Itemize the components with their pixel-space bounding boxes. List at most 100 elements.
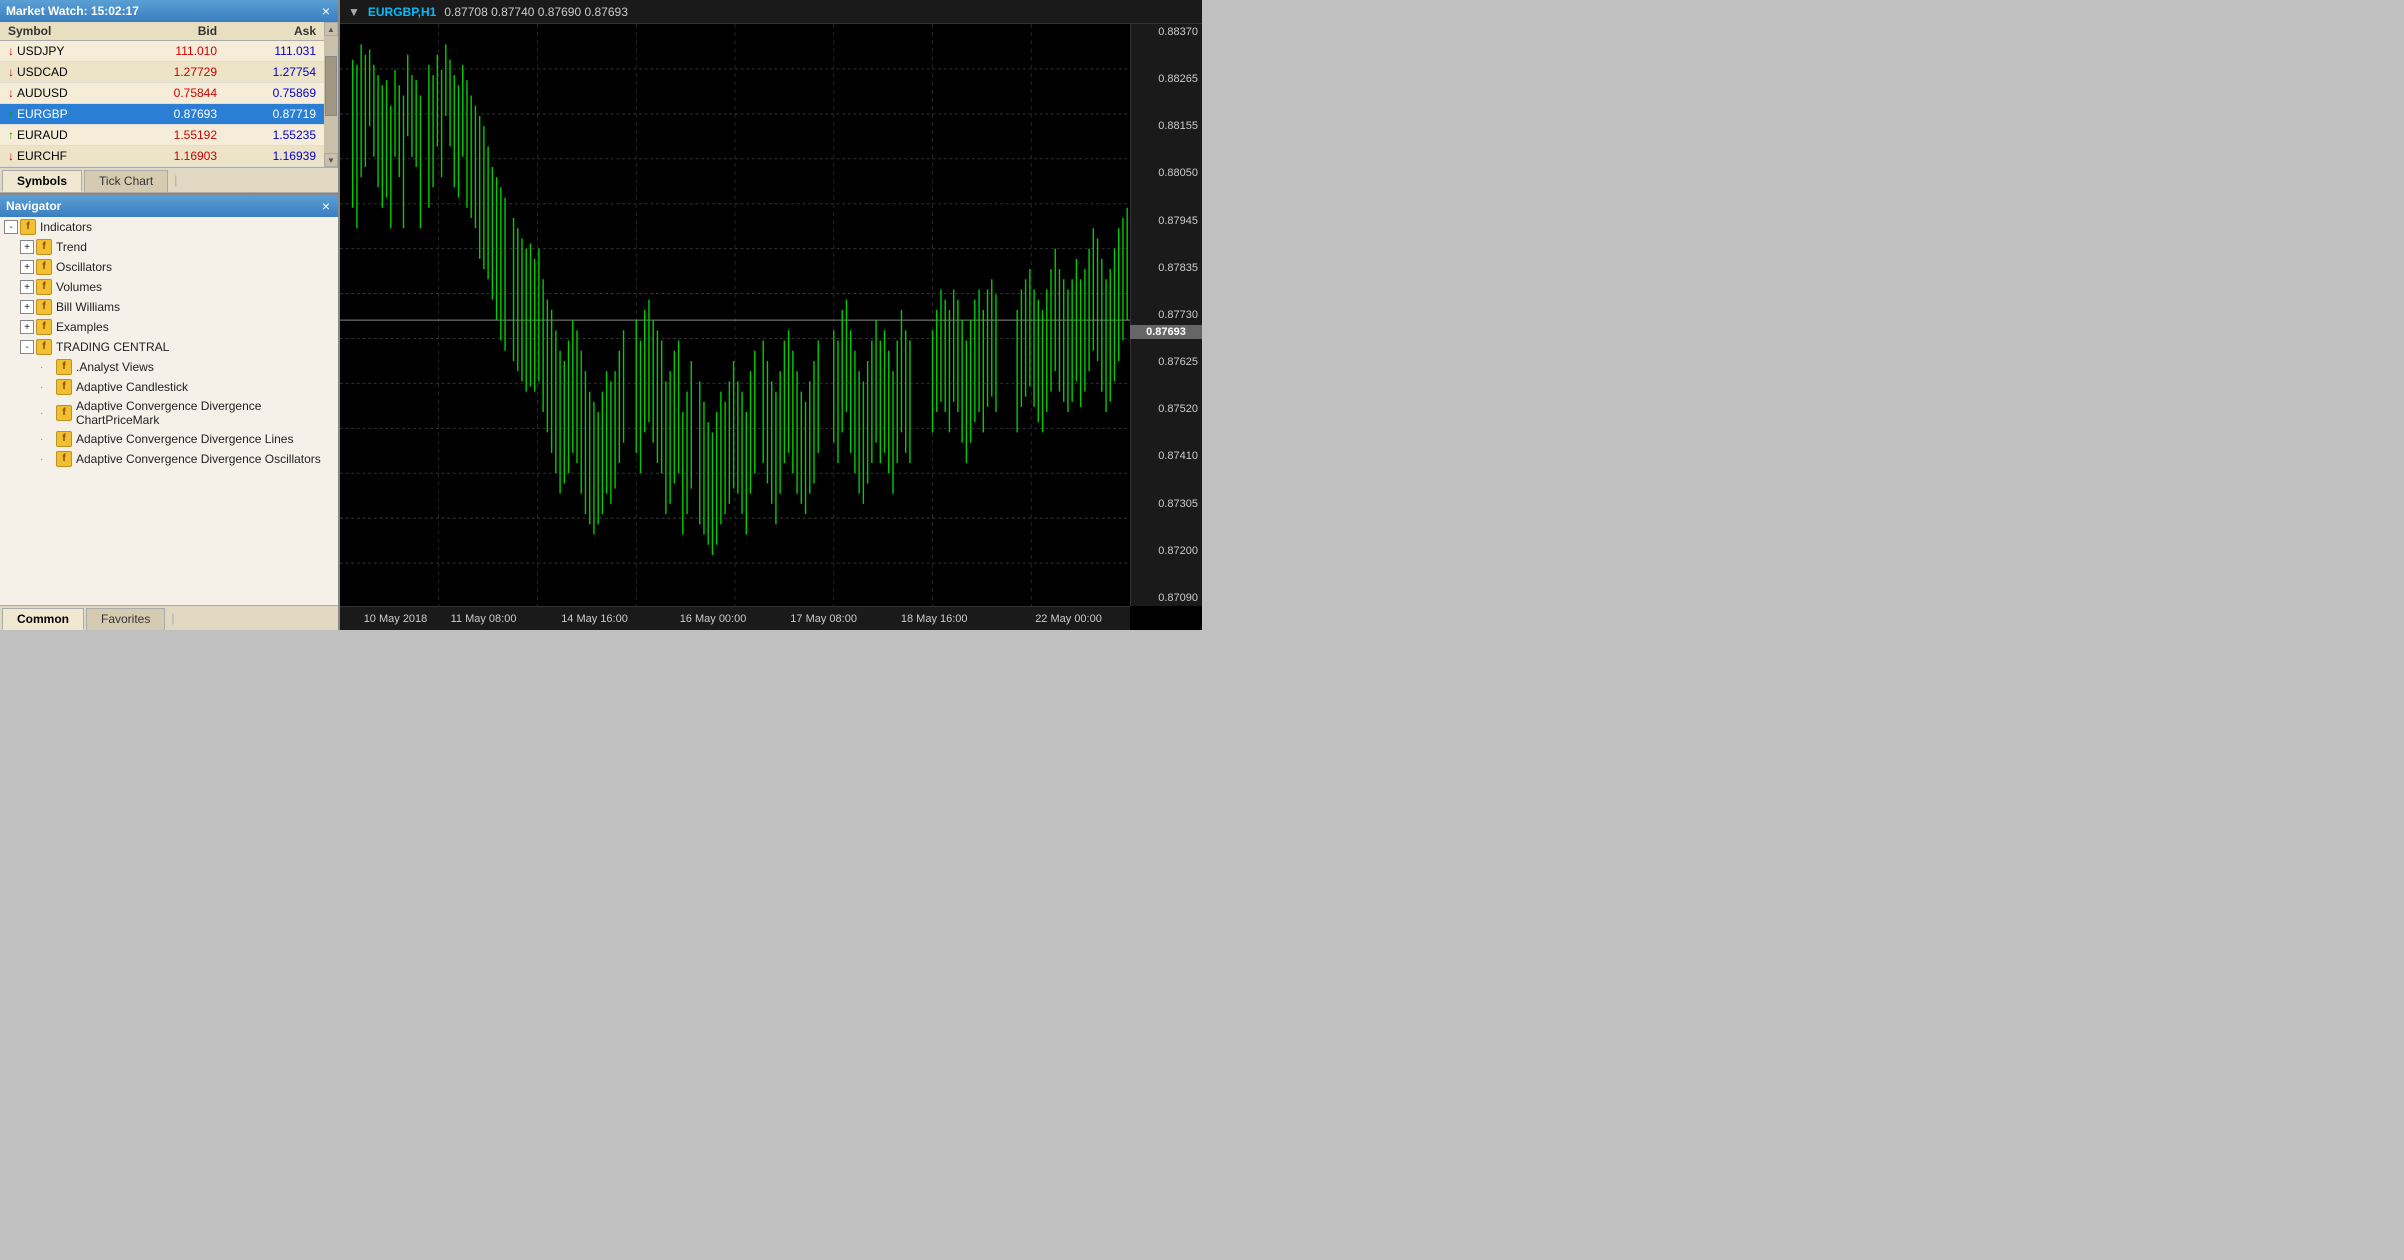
tab-separator: | [170,170,181,192]
tab-favorites[interactable]: Favorites [86,608,165,630]
tree-expand-btn[interactable]: + [20,260,34,274]
table-row[interactable]: ↑EURAUD1.551921.55235 [0,125,324,146]
folder-icon: f [36,239,52,255]
tree-item[interactable]: ·f Adaptive Convergence Divergence Lines [0,429,338,449]
navigator-tree: -fIndicators+fTrend+fOscillators+fVolume… [0,217,338,605]
cell-symbol: ↓USDCAD [0,62,126,83]
time-axis-label: 17 May 08:00 [790,613,857,625]
time-axis-label: 11 May 08:00 [451,613,517,625]
cell-symbol: ↓EURCHF [0,146,126,167]
tree-item[interactable]: +fOscillators [0,257,338,277]
price-level-label: 0.88370 [1135,26,1198,38]
price-level-label: 0.87305 [1135,498,1198,510]
tree-expand-btn[interactable]: - [4,220,18,234]
nav-tab-separator: | [167,608,178,630]
candlestick-svg [340,24,1130,606]
tree-item-label: Bill Williams [56,300,120,314]
tree-expand-btn[interactable]: + [20,320,34,334]
price-level-label: 0.87945 [1135,215,1198,227]
chart-prices: 0.87708 0.87740 0.87690 0.87693 [444,5,628,19]
tree-line: · [40,408,54,419]
time-axis-label: 22 May 00:00 [1035,613,1102,625]
col-ask: Ask [225,22,324,41]
price-level-label: 0.88050 [1135,167,1198,179]
table-row[interactable]: ↓USDCAD1.277291.27754 [0,62,324,83]
tree-expand-btn[interactable]: + [20,300,34,314]
tree-item[interactable]: +fTrend [0,237,338,257]
price-level-label: 0.87410 [1135,450,1198,462]
folder-icon: f [36,299,52,315]
time-axis-label: 14 May 16:00 [561,613,628,625]
cell-bid: 0.87693 [126,104,225,125]
scroll-thumb[interactable] [325,56,337,116]
tree-item-label: Adaptive Convergence Divergence Oscillat… [76,452,321,466]
folder-icon: f [56,431,72,447]
tree-item-label: .Analyst Views [76,360,154,374]
tree-item[interactable]: +fExamples [0,317,338,337]
price-level-label: 0.87090 [1135,592,1198,604]
left-panel: Market Watch: 15:02:17 × Symbol Bid Ask … [0,0,340,630]
tree-item[interactable]: ·f.Analyst Views [0,357,338,377]
market-watch-close-button[interactable]: × [320,4,332,18]
tree-item-label: Adaptive Convergence Divergence ChartPri… [76,399,334,427]
time-axis-label: 10 May 2018 [364,613,428,625]
col-bid: Bid [126,22,225,41]
tree-item[interactable]: +f Bill Williams [0,297,338,317]
price-level-label: 0.87200 [1135,545,1198,557]
tree-item[interactable]: ·fAdaptive Candlestick [0,377,338,397]
price-level-label: 0.87625 [1135,356,1198,368]
tree-expand-btn[interactable]: - [20,340,34,354]
tab-common[interactable]: Common [2,608,84,630]
price-level-label: 0.87835 [1135,262,1198,274]
tree-item[interactable]: ·fAdaptive Convergence Divergence ChartP… [0,397,338,429]
tree-item[interactable]: -fIndicators [0,217,338,237]
price-level-label: 0.87730 [1135,309,1198,321]
chart-dropdown-arrow: ▼ [348,5,360,19]
table-row[interactable]: ↓USDJPY111.010111.031 [0,41,324,62]
chart-header: ▼ EURGBP,H1 0.87708 0.87740 0.87690 0.87… [340,0,1202,24]
market-watch-scrollbar[interactable]: ▲ ▼ [324,22,338,167]
folder-icon: f [56,359,72,375]
navigator-titlebar: Navigator × [0,195,338,217]
tree-item[interactable]: ·fAdaptive Convergence Divergence Oscill… [0,449,338,469]
time-axis-label: 16 May 00:00 [680,613,747,625]
cell-symbol: ↓AUDUSD [0,83,126,104]
tree-item-label: Adaptive Convergence Divergence Lines [76,432,293,446]
cell-bid: 111.010 [126,41,225,62]
cell-bid: 1.55192 [126,125,225,146]
tree-line: · [40,434,54,445]
cell-bid: 1.27729 [126,62,225,83]
folder-icon: f [56,405,72,421]
tree-item[interactable]: +f Volumes [0,277,338,297]
tab-symbols[interactable]: Symbols [2,170,82,192]
cell-bid: 0.75844 [126,83,225,104]
cell-bid: 1.16903 [126,146,225,167]
tree-item-label: Volumes [56,280,102,294]
tree-item-label: TRADING CENTRAL [56,340,169,354]
market-watch-tab-bar: Symbols Tick Chart | [0,167,338,193]
market-watch-panel: Market Watch: 15:02:17 × Symbol Bid Ask … [0,0,338,195]
time-axis: 10 May 2018 11 May 08:00 14 May 16:00 16 Ma… [340,606,1130,630]
table-header-row: Symbol Bid Ask [0,22,324,41]
scroll-down-arrow[interactable]: ▼ [324,153,338,167]
tree-item[interactable]: -f TRADING CENTRAL [0,337,338,357]
tree-expand-btn[interactable]: + [20,240,34,254]
cell-symbol: ↑EURGBP [0,104,126,125]
tree-expand-btn[interactable]: + [20,280,34,294]
tree-item-label: Oscillators [56,260,112,274]
price-axis: 0.883700.882650.881550.880500.879450.878… [1130,24,1202,606]
tab-tick-chart[interactable]: Tick Chart [84,170,168,192]
folder-icon: f [36,279,52,295]
navigator-close-button[interactable]: × [320,199,332,213]
price-level-label: 0.88265 [1135,73,1198,85]
price-level-label: 0.87520 [1135,403,1198,415]
table-row[interactable]: ↑EURGBP0.876930.87719 [0,104,324,125]
table-row[interactable]: ↓EURCHF1.169031.16939 [0,146,324,167]
table-row[interactable]: ↓AUDUSD0.758440.75869 [0,83,324,104]
chart-area: 0.883700.882650.881550.880500.879450.878… [340,24,1202,630]
folder-icon: f [36,339,52,355]
folder-icon: f [36,319,52,335]
scroll-up-arrow[interactable]: ▲ [324,22,338,36]
market-watch-title: Market Watch: 15:02:17 [6,4,139,18]
market-watch-table: Symbol Bid Ask ↓USDJPY111.010111.031↓USD… [0,22,324,167]
